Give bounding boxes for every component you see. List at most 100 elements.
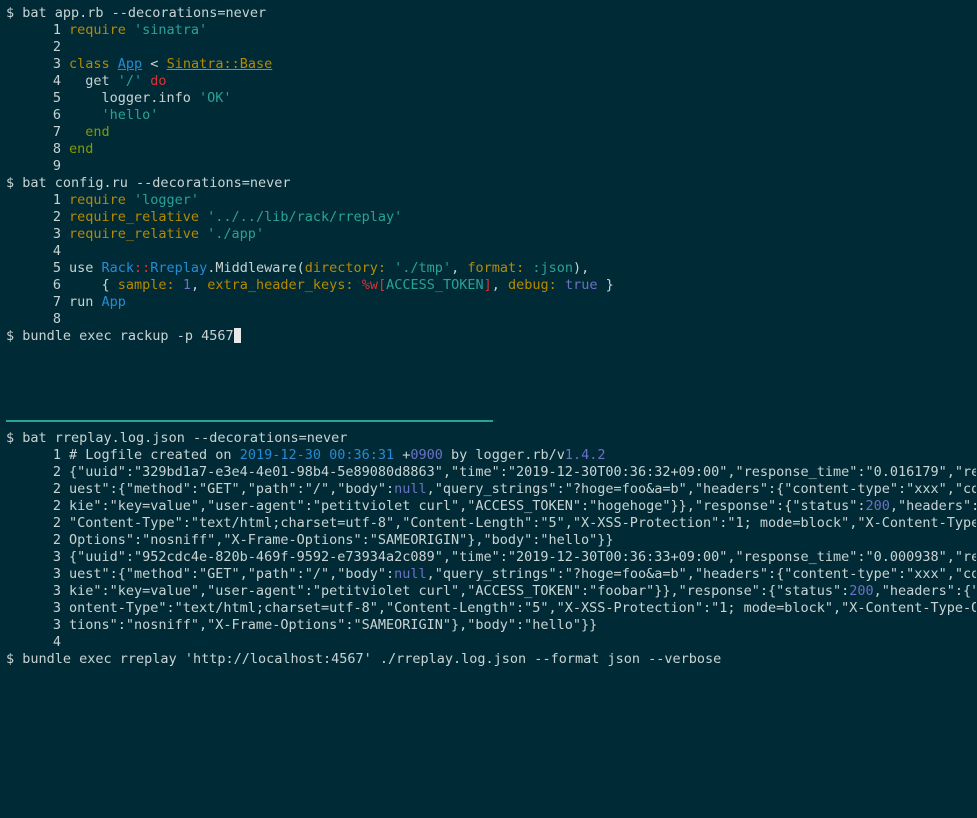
line-number: 7 [52,124,61,140]
code-token: run [69,294,102,310]
code-token: uest":{"method":"GET","path":"/","body": [69,481,395,497]
code-line: 3 ontent-Type":"text/html;charset=utf-8",… [6,600,976,617]
code-token: :: [134,260,151,276]
command-line: $ bundle exec rreplay 'http://localhost:… [6,651,976,668]
code-token: tions":"nosniff","X-Frame-Options":"SAME… [69,617,598,633]
prompt: $ [6,328,23,344]
code-line: 7 end [6,124,976,141]
code-line: 6 { sample: 1, extra_header_keys: %w[ACC… [6,277,976,294]
line-number: 4 [52,73,61,89]
code-token: ,"query_strings":"?hoge=foo&a=b","header… [426,481,976,497]
line-number: 3 [52,226,61,242]
command-text: bat app.rb --decorations=never [22,5,267,21]
code-line: 3 class App < Sinatra::Base [6,56,976,73]
code-token: 'sinatra' [134,22,208,38]
code-line: 1 require 'logger' [6,192,976,209]
code-token: , [491,277,509,293]
prompt: $ [6,430,23,446]
code-token: Rreplay [150,260,208,276]
line-number: 9 [52,158,61,174]
code-token: App [101,294,126,310]
code-token: 'OK' [199,90,232,106]
line-number: 7 [52,294,61,310]
code-token: Options":"nosniff","X-Frame-Options":"SA… [69,532,614,548]
code-token: use [69,260,102,276]
code-token: < [142,56,167,72]
code-token: + [394,447,411,463]
code-token: by logger.rb/v [442,447,565,463]
code-line: 4 get '/' do [6,73,976,90]
line-number: 4 [52,243,61,259]
code-token: 0900 [410,447,443,463]
line-number: 3 [52,617,61,633]
code-line: 3 kie":"key=value","user-agent":"petitvio… [6,583,976,600]
line-number: 3 [52,549,61,565]
terminal-window[interactable]: $ bat app.rb --decorations=never 1 requir… [0,0,977,818]
code-token: '/' [117,73,143,89]
command-line: $ bat rreplay.log.json --decorations=nev… [6,430,976,447]
command-text: bat config.ru --decorations=never [22,175,291,191]
line-number: 1 [52,192,61,208]
code-token: get [69,73,118,89]
prompt: $ [6,175,23,191]
code-token: require [69,192,135,208]
line-number: 2 [52,532,61,548]
code-line: 2 require_relative '../../lib/rack/rrepla… [6,209,976,226]
code-token: :json [532,260,574,276]
code-token: 200 [865,498,890,514]
line-number: 4 [52,634,61,650]
command-text: bat rreplay.log.json --decorations=never [22,430,348,446]
code-token: 'hello' [101,107,159,123]
code-line: 8 [6,311,976,328]
code-token: end [69,141,94,157]
code-token: './tmp' [394,260,452,276]
command-line: $ bat config.ru --decorations=never [6,175,976,192]
code-line: 2 {"uuid":"329bd1a7-e3e4-4e01-98b4-5e8908… [6,464,976,481]
code-line: 4 [6,634,976,651]
pane-divider[interactable] [6,420,493,422]
code-line: 1 require 'sinatra' [6,22,976,39]
code-line: 5 use Rack::Rreplay.Middleware(directory:… [6,260,976,277]
code-token: ), [573,260,590,276]
code-line: 3 tions":"nosniff","X-Frame-Options":"SAM… [6,617,976,634]
code-token: require_relative [69,209,208,225]
code-line: 8 end [6,141,976,158]
text-cursor [233,328,241,343]
code-token: { [69,277,118,293]
line-number: 8 [52,311,61,327]
code-line: 9 [6,158,976,175]
line-number: 1 [52,447,61,463]
code-token: App [117,56,143,72]
code-token: directory: [304,260,387,276]
code-line: 3 require_relative './app' [6,226,976,243]
code-line: 2 Options":"nosniff","X-Frame-Options":"S… [6,532,976,549]
code-line: 3 {"uuid":"952cdc4e-820b-469f-9592-e73934… [6,549,976,566]
code-token: ACCESS_TOKEN [386,277,484,293]
code-token: Rack [101,260,135,276]
line-number: 6 [52,277,61,293]
command-line: $ bat app.rb --decorations=never [6,5,976,22]
command-text: bundle exec rreplay 'http://localhost:45… [22,651,722,667]
line-number: 3 [52,56,61,72]
line-number: 2 [52,498,61,514]
code-token: ] [483,277,492,293]
code-token: '../../lib/rack/rreplay' [207,209,403,225]
line-number: 2 [52,515,61,531]
code-token: extra_header_keys: [207,277,354,293]
code-line: 2 uest":{"method":"GET","path":"/","body"… [6,481,976,498]
code-line: 1 # Logfile created on 2019-12-30 00:36:3… [6,447,976,464]
code-token: class [69,56,118,72]
code-line: 2 [6,39,976,56]
line-number: 8 [52,141,61,157]
command-line-active[interactable]: $ bundle exec rackup -p 4567 [6,328,976,345]
code-token: kie":"key=value","user-agent":"petitviol… [69,498,866,514]
line-number: 2 [52,464,61,480]
code-token: ,"query_strings":"?hoge=foo&a=b","header… [426,566,976,582]
line-number: 1 [52,22,61,38]
